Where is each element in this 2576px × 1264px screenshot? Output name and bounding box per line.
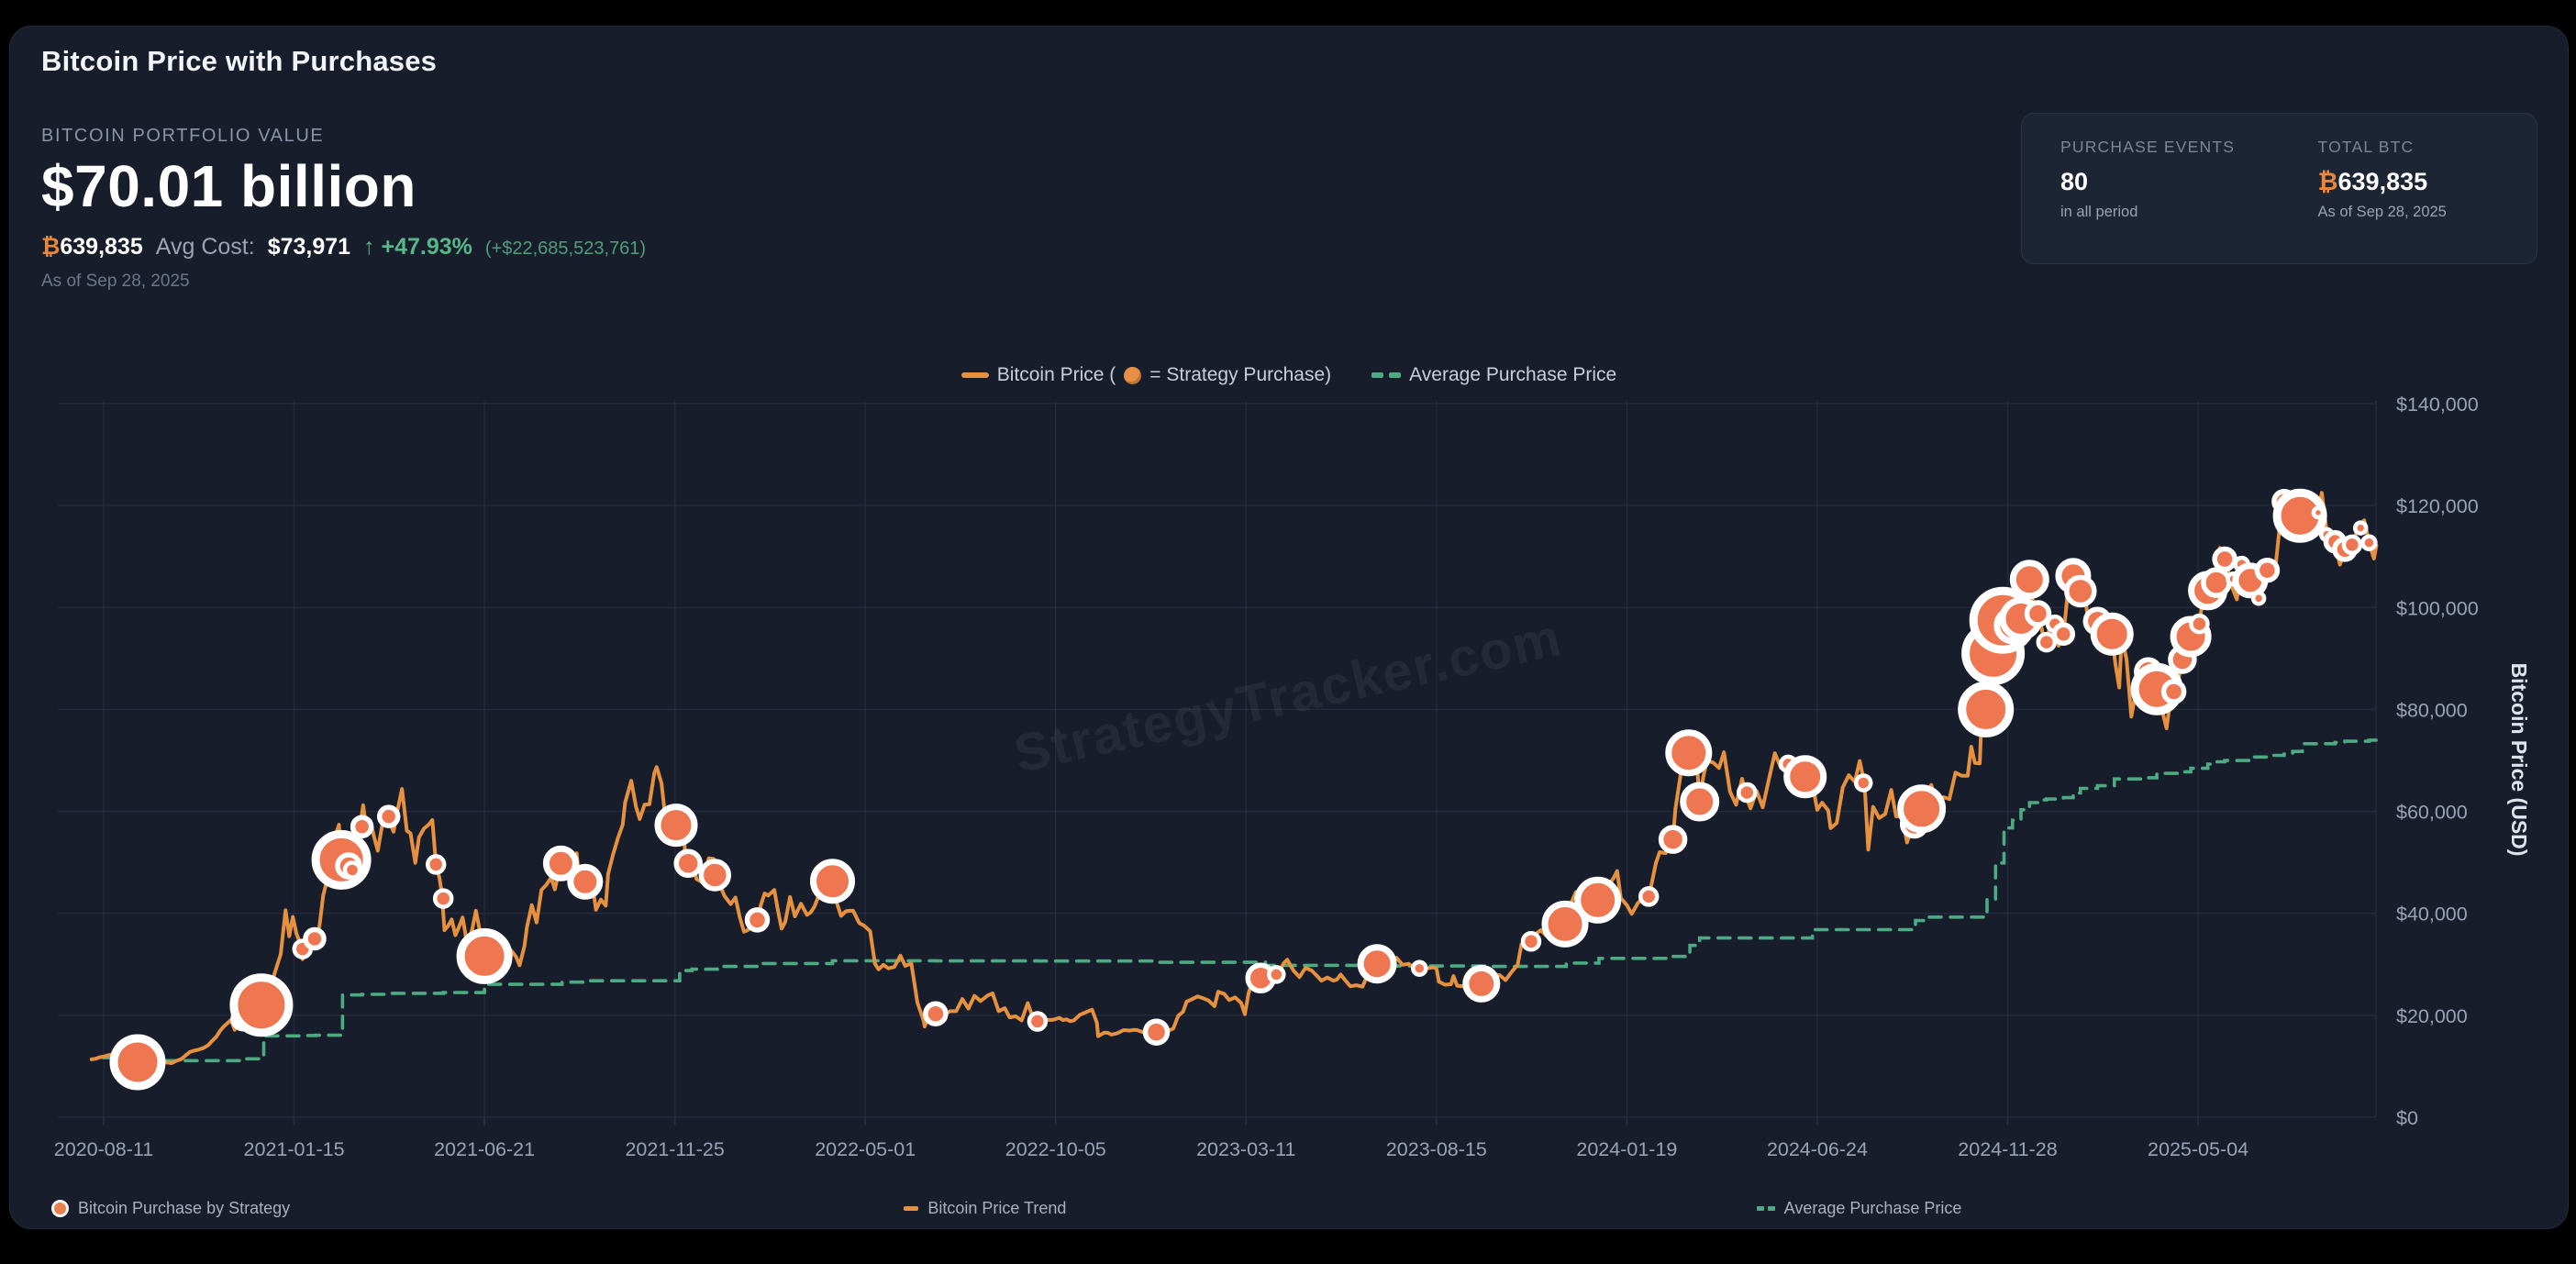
purchase-events-label: PURCHASE EVENTS <box>2060 138 2280 157</box>
legend-item-avg-price[interactable]: Average Purchase Price <box>1715 1199 2568 1218</box>
stats-box: PURCHASE EVENTS 80 in all period TOTAL B… <box>2021 113 2537 264</box>
legend-average-purchase-price[interactable]: Average Purchase Price <box>1371 364 1616 386</box>
portfolio-value: $70.01 billion <box>41 152 646 220</box>
price-line-swatch-icon <box>904 1206 918 1211</box>
portfolio-metrics: ₿639,835 Avg Cost: $73,971 ↑ +47.93% (+$… <box>41 233 646 261</box>
btc-holdings: ₿639,835 <box>41 233 143 261</box>
avg-dash-swatch-icon <box>1757 1206 1775 1211</box>
portfolio-value-label: BITCOIN PORTFOLIO VALUE <box>41 126 646 147</box>
avg-cost-value: $73,971 <box>268 234 350 261</box>
as-of-date: As of Sep 28, 2025 <box>41 272 646 292</box>
chart-legend-top: Bitcoin Price ( = Strategy Purchase) Ave… <box>10 364 2568 386</box>
purchase-dot-icon <box>51 1200 69 1217</box>
total-btc-caption: As of Sep 28, 2025 <box>2318 204 2537 221</box>
price-line-swatch-icon <box>961 372 989 378</box>
chart-legend-bottom: Bitcoin Purchase by Strategy Bitcoin Pri… <box>10 1199 2568 1218</box>
page-title: Bitcoin Price with Purchases <box>41 45 646 78</box>
purchase-dot-icon <box>1124 367 1141 384</box>
purchase-events-caption: in all period <box>2060 204 2280 221</box>
legend-item-purchases[interactable]: Bitcoin Purchase by Strategy <box>10 1199 862 1218</box>
avg-cost-label: Avg Cost: <box>156 234 255 261</box>
gain-absolute: (+$22,685,523,761) <box>485 238 646 260</box>
total-btc-label: TOTAL BTC <box>2318 138 2537 157</box>
purchase-events-value: 80 <box>2060 168 2280 196</box>
legend-bitcoin-price[interactable]: Bitcoin Price ( = Strategy Purchase) <box>961 364 1331 386</box>
btc-symbol-icon: ₿ <box>41 233 60 260</box>
dashboard-card: Bitcoin Price with Purchases BITCOIN POR… <box>9 26 2569 1229</box>
stat-total-btc: TOTAL BTC ₿639,835 As of Sep 28, 2025 <box>2280 114 2537 263</box>
stat-purchase-events: PURCHASE EVENTS 80 in all period <box>2022 114 2280 263</box>
avg-dash-swatch-icon <box>1371 372 1401 378</box>
btc-holdings-value: 639,835 <box>60 234 142 260</box>
total-btc-value: ₿639,835 <box>2318 168 2537 196</box>
up-arrow-icon: ↑ <box>363 234 375 260</box>
gain-percent: ↑ +47.93% <box>363 234 472 261</box>
header: Bitcoin Price with Purchases BITCOIN POR… <box>41 45 646 292</box>
legend-item-price-trend[interactable]: Bitcoin Price Trend <box>862 1199 1715 1218</box>
btc-symbol-icon: ₿ <box>2318 168 2338 196</box>
